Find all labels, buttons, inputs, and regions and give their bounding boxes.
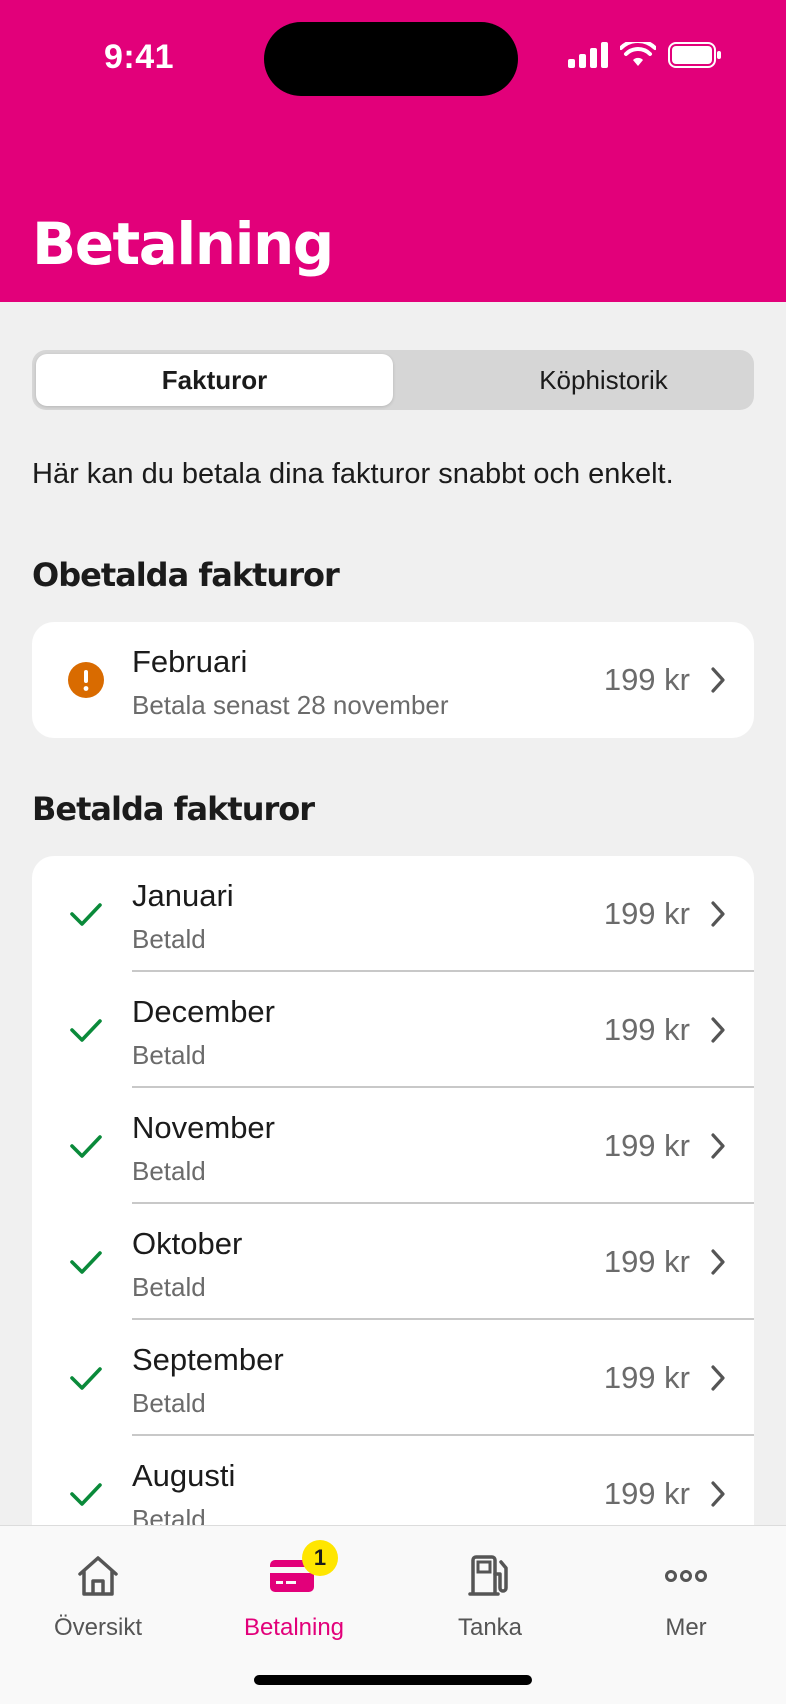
notification-badge: 1	[302, 1540, 338, 1576]
checkmark-icon	[70, 1367, 102, 1390]
tab-fakturor[interactable]: Fakturor	[36, 354, 393, 406]
invoice-status: Betald	[132, 1156, 206, 1186]
fuel-pump-icon	[464, 1550, 516, 1602]
warning-icon	[68, 662, 104, 698]
checkmark-icon	[70, 1251, 102, 1274]
invoice-row[interactable]: Januari Betald 199 kr	[32, 856, 754, 972]
invoice-month: Februari	[132, 644, 248, 679]
invoice-row[interactable]: Oktober Betald 199 kr	[32, 1204, 754, 1320]
chevron-right-icon	[711, 1017, 725, 1043]
invoice-month: Januari	[132, 878, 234, 913]
tab-label: Tanka	[457, 1614, 523, 1641]
tab-kophistorik[interactable]: Köphistorik	[425, 354, 782, 406]
paid-invoices-card: Januari Betald 199 kr December Betald 19…	[32, 856, 754, 1576]
signal-icon	[568, 42, 608, 68]
status-icons	[568, 42, 722, 68]
invoice-status: Betald	[132, 1040, 206, 1070]
card-icon: 1	[268, 1540, 338, 1602]
invoice-status: Betald	[132, 924, 206, 954]
tab-betalning[interactable]: 1 Betalning	[196, 1540, 392, 1660]
invoice-amount: 199 kr	[603, 1244, 690, 1279]
chevron-right-icon	[711, 901, 725, 927]
checkmark-icon	[70, 1135, 102, 1158]
invoice-amount: 199 kr	[603, 896, 690, 931]
wifi-icon	[620, 42, 656, 66]
unpaid-section-title: Obetalda fakturor	[32, 556, 340, 594]
chevron-right-icon	[711, 1133, 725, 1159]
invoice-month: Oktober	[132, 1226, 243, 1261]
tab-label: Mer	[665, 1614, 707, 1641]
invoice-month: September	[132, 1342, 284, 1377]
battery-icon	[668, 42, 721, 68]
status-time: 9:41	[104, 38, 175, 76]
invoice-amount: 199 kr	[603, 1476, 690, 1511]
invoice-status: Betald	[132, 1388, 206, 1418]
invoice-amount: 199 kr	[603, 1012, 690, 1047]
invoice-status: Betald	[132, 1272, 206, 1302]
checkmark-icon	[70, 1483, 102, 1506]
invoice-row[interactable]: September Betald 199 kr	[32, 1320, 754, 1436]
chevron-right-icon	[711, 1365, 725, 1391]
invoice-month: November	[132, 1110, 275, 1145]
more-icon	[660, 1550, 712, 1602]
checkmark-icon	[70, 1019, 102, 1042]
page-title: Betalning	[32, 210, 334, 278]
bottom-tab-bar: Översikt 1 Betalning Tanka Mer	[0, 1525, 786, 1704]
chevron-right-icon	[711, 1481, 725, 1507]
tab-mer[interactable]: Mer	[588, 1550, 784, 1660]
unpaid-invoices-card: Februari Betala senast 28 november 199 k…	[32, 622, 754, 738]
invoice-month: Augusti	[132, 1458, 236, 1493]
chevron-right-icon	[711, 1249, 725, 1275]
tab-label: Betalning	[243, 1614, 345, 1641]
intro-text: Här kan du betala dina fakturor snabbt o…	[32, 458, 674, 490]
invoice-due-date: Betala senast 28 november	[132, 690, 449, 720]
dynamic-island	[264, 22, 518, 96]
invoice-row[interactable]: Februari Betala senast 28 november 199 k…	[32, 622, 754, 738]
header: 9:41 Betalning	[0, 0, 786, 302]
invoice-row[interactable]: November Betald 199 kr	[32, 1088, 754, 1204]
invoice-amount: 199 kr	[603, 1128, 690, 1163]
invoice-row[interactable]: December Betald 199 kr	[32, 972, 754, 1088]
home-indicator	[254, 1675, 532, 1685]
chevron-right-icon	[711, 667, 725, 693]
tab-label: Översikt	[53, 1614, 142, 1641]
segmented-control: Fakturor Köphistorik	[32, 350, 754, 410]
tab-tanka[interactable]: Tanka	[392, 1550, 588, 1660]
invoice-amount: 199 kr	[603, 662, 690, 697]
paid-section-title: Betalda fakturor	[32, 790, 315, 828]
home-icon	[72, 1550, 124, 1602]
invoice-amount: 199 kr	[603, 1360, 690, 1395]
checkmark-icon	[70, 903, 102, 926]
invoice-month: December	[132, 994, 275, 1029]
tab-oversikt[interactable]: Översikt	[0, 1550, 196, 1660]
